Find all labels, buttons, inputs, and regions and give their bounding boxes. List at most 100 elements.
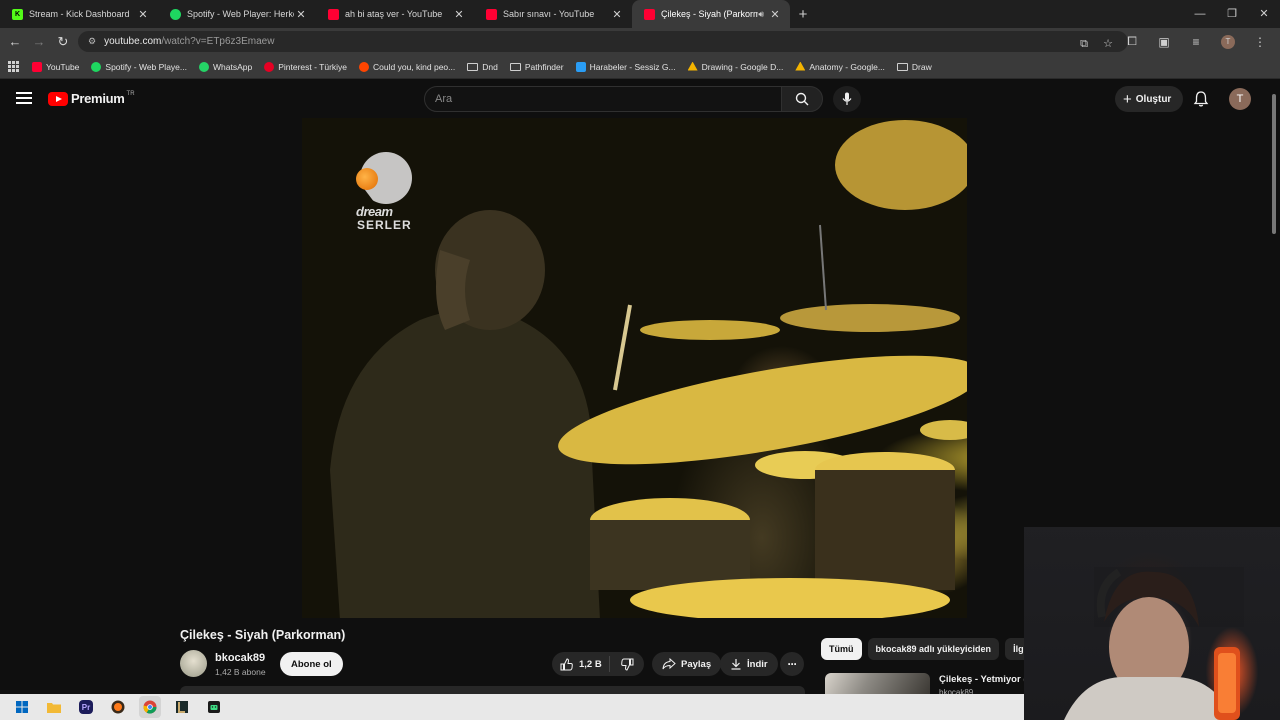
extensions-icon[interactable]: ⧠ [1116,34,1148,49]
media-controls-icon[interactable]: ≡ [1180,35,1212,49]
toolbar-actions: ⧠ ▣ ≡ T ⋮ [1116,28,1276,55]
apps-grid-icon[interactable] [8,60,20,73]
google-drive-icon [687,61,698,71]
bookmark-label: WhatsApp [212,61,253,72]
share-button[interactable]: Paylaş [652,652,722,676]
premiere-pro-icon[interactable]: Pr [79,700,93,714]
close-tab-icon[interactable]: ✕ [294,8,308,21]
logo-word: Premium [71,91,125,106]
spotify-icon [170,8,181,20]
download-label: İndir [747,658,768,670]
bookmark-whatsapp[interactable]: WhatsApp [198,61,253,72]
menu-icon[interactable]: ⋮ [1244,35,1276,49]
channel-avatar[interactable] [180,650,207,677]
tab-title: Stream - Kick Dashboard [29,9,130,19]
like-dislike-group: 1,2 B [552,652,644,676]
new-tab-button[interactable]: + [790,6,816,23]
whatsapp-icon [198,61,209,72]
bookmark-label: Drawing - Google D... [701,61,784,72]
bookmark-reddit[interactable]: Could you, kind peo... [359,61,456,72]
tab-youtube-active[interactable]: Çilekeş - Siyah (Parkorman) - YouTube 🔊︎… [632,0,790,28]
youtube-play-logo-icon [48,91,68,106]
bookmark-harabeler[interactable]: Harabeler - Sessiz G... [575,61,676,72]
close-window-button[interactable]: ✕ [1248,0,1280,28]
subscribe-button[interactable]: Abone ol [280,652,343,676]
bookmark-folder-draw[interactable]: Draw [896,62,932,72]
bookmark-folder-pathfinder[interactable]: Pathfinder [509,61,564,72]
download-button[interactable]: İndir [720,652,778,676]
video-player[interactable]: dream SERLER [302,118,967,618]
bookmark-pinterest[interactable]: Pinterest - Türkiye [264,61,347,72]
chip-all[interactable]: Tümü [821,638,862,660]
kick-icon: K [12,8,23,20]
close-tab-icon[interactable]: ✕ [610,8,624,21]
bookmark-drawing[interactable]: Drawing - Google D... [687,61,784,72]
watermark-sub: SERLER [357,218,412,232]
like-button[interactable]: 1,2 B [552,656,610,672]
browser-toolbar: ← → ↻ ⚙ youtube.com/watch?v=ETp6z3Emaew … [0,28,1280,55]
forward-button[interactable]: → [27,34,51,49]
restore-button[interactable]: ❐ [1216,0,1248,28]
tab-youtube-2[interactable]: Sabır sınavı - YouTube ✕ [474,0,632,28]
voice-search-button[interactable] [833,86,861,112]
scrollbar-thumb[interactable] [1272,94,1276,234]
tab-title: Spotify - Web Player: Herkes için müzik [187,9,294,19]
channel-name[interactable]: bkocak89 [215,652,265,664]
bookmark-anatomy[interactable]: Anatomy - Google... [795,61,885,72]
profile-avatar[interactable]: T [1221,34,1235,49]
more-actions-icon[interactable]: ··· [780,652,804,676]
pinterest-icon [264,61,275,72]
plus-icon: + [1123,90,1132,108]
site-info-icon[interactable]: ⚙ [88,36,96,47]
chrome-icon[interactable] [139,696,161,718]
league-client-icon[interactable] [171,696,193,718]
youtube-premium-logo[interactable]: Premium TR [48,91,135,106]
bookmark-label: Pathfinder [524,61,564,72]
minimize-button[interactable]: — [1184,0,1216,28]
bookmark-folder-dnd[interactable]: Dnd [467,62,498,72]
android-app-icon[interactable] [203,696,225,718]
dream-tv-watermark: dream SERLER [356,152,412,232]
close-tab-icon[interactable]: ✕ [452,8,466,21]
tab-youtube-1[interactable]: ah bi ataş ver - YouTube ✕ [316,0,474,28]
address-bar[interactable]: ⚙ youtube.com/watch?v=ETp6z3Emaew ⧉ ☆ [78,31,1128,52]
menu-hamburger-icon[interactable] [16,92,32,104]
create-button[interactable]: + Oluştur [1115,86,1184,112]
close-tab-icon[interactable]: ✕ [768,8,782,21]
notifications-bell-icon[interactable] [1192,90,1210,108]
back-button[interactable]: ← [3,34,27,49]
windows-start-icon[interactable] [11,696,33,718]
folder-icon [896,62,908,71]
tab-spotify[interactable]: Spotify - Web Player: Herkes için müzik … [158,0,316,28]
related-filter-chips: Tümü bkocak89 adlı yükleyiciden İlgili [821,638,1040,660]
file-explorer-icon[interactable] [43,696,65,718]
bookmark-label: Could you, kind peo... [373,61,456,72]
bookmark-spotify[interactable]: Spotify - Web Playe... [91,61,187,72]
bookmark-youtube[interactable]: YouTube [32,61,79,72]
close-tab-icon[interactable]: ✕ [136,8,150,21]
webcam-overlay [1024,527,1280,720]
dislike-button[interactable] [610,658,644,671]
url-path: /watch?v=ETp6z3Emaew [161,36,275,47]
cast-icon[interactable]: ⧉ [1072,34,1096,55]
reload-button[interactable]: ↻ [51,34,75,50]
recommended-video-thumbnail[interactable] [825,673,930,695]
chip-from-uploader[interactable]: bkocak89 adlı yükleyiciden [867,638,1000,660]
search-box[interactable] [424,86,782,112]
bookmark-label: Spotify - Web Playe... [105,61,187,72]
tab-kick[interactable]: K Stream - Kick Dashboard ✕ [0,0,158,28]
window-controls: — ❐ ✕ [1184,0,1280,28]
speaker-icon[interactable]: 🔊︎ [758,9,764,20]
thumbs-down-icon [620,658,633,671]
brave-browser-icon[interactable] [107,696,129,718]
side-panel-icon[interactable]: ▣ [1148,35,1180,49]
tab-title: Çilekeş - Siyah (Parkorman) - YouTube [661,9,759,19]
download-icon [731,659,741,670]
spotify-icon [91,61,102,72]
search-input[interactable] [435,93,781,105]
subscriber-count: 1,42 B abone [215,667,266,677]
description-box[interactable] [180,686,805,694]
account-avatar[interactable]: T [1229,88,1251,110]
search-button[interactable] [781,86,823,112]
windows-taskbar: Pr [0,694,1024,720]
